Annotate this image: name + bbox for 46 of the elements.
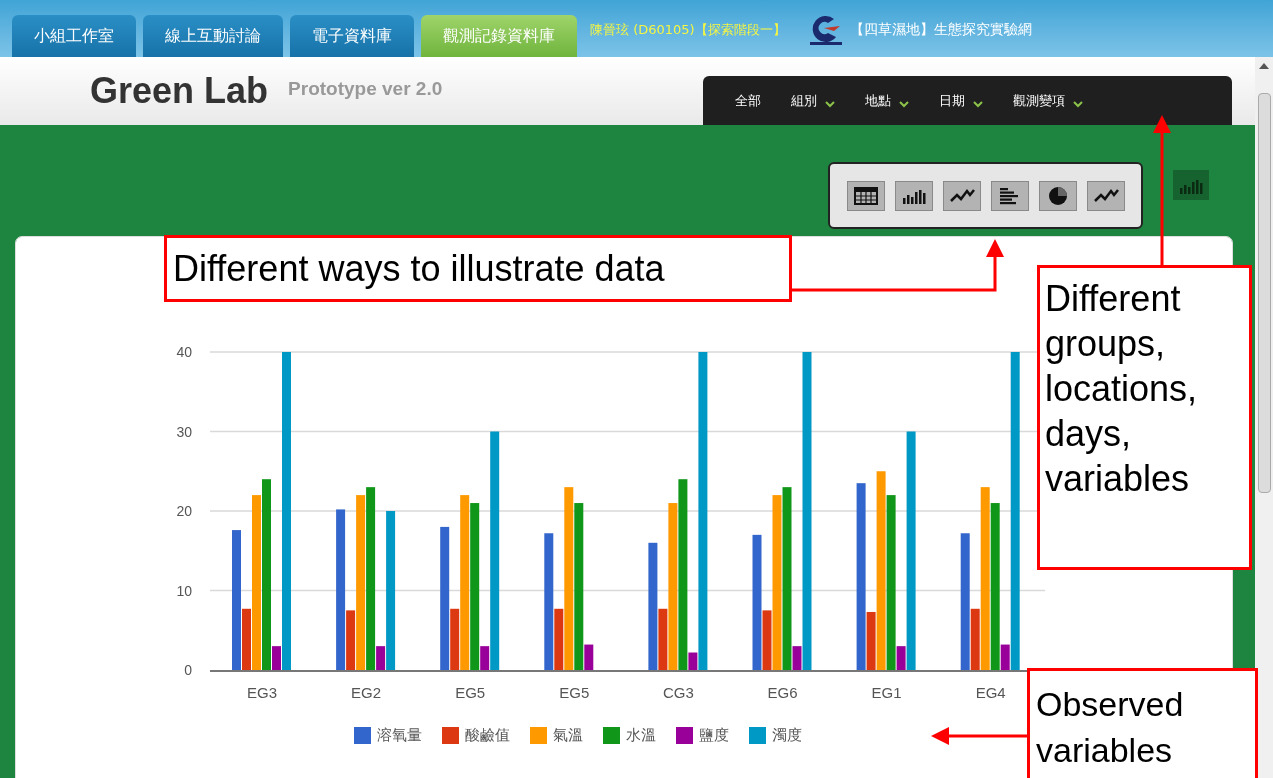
filter-menu-item[interactable]: 觀測變項 [1013, 90, 1083, 111]
axis-tick-label: 20 [176, 503, 192, 519]
chevron-down-icon [973, 101, 983, 108]
filter-menu-item[interactable]: 組別 [791, 90, 835, 111]
axis-category-label: EG3 [247, 684, 277, 701]
line-chart-button[interactable] [1086, 180, 1125, 211]
axis-tick-label: 30 [176, 423, 192, 440]
axis-tick-label: 10 [176, 582, 192, 599]
scrollbar-thumb[interactable] [1257, 93, 1271, 493]
user-info: 陳晉玹 (D60105)【探索階段一】 [590, 20, 786, 39]
axis-tick-label: 40 [176, 344, 192, 360]
legend-label: 溶氧量 [377, 725, 422, 746]
nav-tab[interactable]: 電子資料庫 [290, 15, 414, 57]
nav-tab[interactable]: 線上互動討論 [143, 15, 283, 57]
site-title: 【四草濕地】生態探究實驗網 [849, 20, 1032, 39]
filter-menu-item[interactable]: 日期 [939, 90, 983, 111]
axis-category-label: EG5 [455, 684, 486, 701]
axis-category-label: EG4 [975, 684, 1006, 701]
legend-label: 酸鹼值 [465, 725, 510, 746]
axis-tick-label: 0 [184, 662, 192, 678]
filter-menu-item[interactable]: 全部 [735, 90, 761, 111]
axis-category-label: EG1 [871, 684, 902, 701]
chevron-down-icon [825, 101, 835, 108]
legend-label: 濁度 [772, 725, 802, 746]
app-version: Prototype ver 2.0 [288, 76, 443, 101]
annotation-callout: Observed variables [1027, 668, 1258, 778]
line-chart-button[interactable] [942, 180, 981, 211]
table-button[interactable] [846, 180, 885, 211]
annotation-callout: Different ways to illustrate data [164, 235, 792, 302]
axis-category-label: CG3 [663, 684, 694, 701]
chevron-down-icon [899, 101, 909, 108]
chevron-down-icon [1073, 101, 1083, 108]
legend-label: 水溫 [626, 725, 656, 746]
axis-category-label: EG2 [351, 684, 382, 701]
app-title: Green Lab [89, 69, 270, 113]
filter-menu-item[interactable]: 地點 [865, 90, 909, 111]
legend-label: 鹽度 [699, 725, 729, 746]
axis-category-label: EG6 [767, 684, 798, 701]
axis-category-label: EG5 [559, 684, 590, 701]
pie-chart-button[interactable] [1038, 180, 1077, 211]
nav-tab[interactable]: 小組工作室 [12, 15, 136, 57]
annotation-callout: Different groups, locations, days, variables [1037, 265, 1252, 570]
horizontal-bar-chart-button[interactable] [990, 180, 1029, 211]
scroll-up-icon [1259, 63, 1269, 69]
bar-chart-button[interactable] [894, 180, 933, 211]
legend-label: 氣溫 [553, 725, 583, 746]
